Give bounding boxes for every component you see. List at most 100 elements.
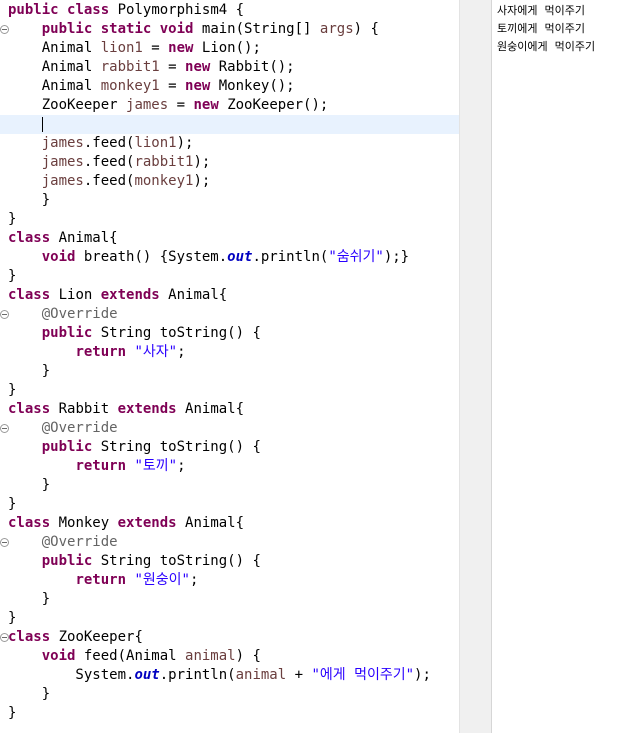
code-line[interactable]: Animal rabbit1 = new Rabbit(); xyxy=(8,58,295,77)
code-token: feed(Animal xyxy=(75,648,186,664)
code-line[interactable]: Animal lion1 = new Lion(); xyxy=(8,39,261,58)
code-token: extends xyxy=(100,287,160,303)
code-line[interactable]: @Override xyxy=(8,533,118,552)
code-token: Animal{ xyxy=(159,287,228,303)
fold-toggle-icon[interactable] xyxy=(0,538,9,547)
code-token: class xyxy=(8,629,51,645)
code-token: } xyxy=(8,268,17,284)
code-token: public xyxy=(41,439,93,455)
fold-toggle-icon[interactable] xyxy=(0,633,9,642)
code-token: new xyxy=(185,59,211,75)
code-line[interactable]: } xyxy=(8,495,16,514)
code-line[interactable]: } xyxy=(8,191,50,210)
code-token: breath() {System. xyxy=(75,249,228,265)
code-line[interactable]: } xyxy=(8,381,16,400)
code-token: @Override xyxy=(41,534,118,550)
code-line[interactable]: james.feed(rabbit1); xyxy=(8,153,211,172)
code-line[interactable]: public class Polymorphism4 { xyxy=(8,1,244,20)
overview-ruler[interactable] xyxy=(459,0,492,733)
code-token: ); xyxy=(414,667,431,683)
code-token: "에게 먹이주기" xyxy=(311,667,415,683)
code-line[interactable]: void feed(Animal animal) { xyxy=(8,647,261,666)
code-token: public xyxy=(41,325,93,341)
code-token: Animal xyxy=(8,40,101,56)
code-line[interactable]: public String toString() { xyxy=(8,438,261,457)
code-token: } xyxy=(8,686,51,702)
code-line[interactable]: return "토끼"; xyxy=(8,457,185,476)
code-token: = xyxy=(159,59,186,75)
code-token: return xyxy=(75,572,127,588)
code-token: + xyxy=(286,667,312,683)
code-token: } xyxy=(8,382,17,398)
code-line[interactable]: class Animal{ xyxy=(8,229,118,248)
code-token: } xyxy=(8,610,17,626)
code-token: rabbit1 xyxy=(100,59,160,75)
code-line[interactable]: class Lion extends Animal{ xyxy=(8,286,227,305)
code-line[interactable]: james.feed(monkey1); xyxy=(8,172,211,191)
code-token: public xyxy=(41,21,93,37)
code-line[interactable]: } xyxy=(8,704,16,723)
code-line[interactable] xyxy=(8,115,43,134)
fold-toggle-icon[interactable] xyxy=(0,25,9,34)
code-token: animal xyxy=(185,648,236,664)
code-line[interactable]: return "원숭이"; xyxy=(8,571,198,590)
code-token: } xyxy=(8,211,17,227)
code-line[interactable]: void breath() {System.out.println("숨쉬기")… xyxy=(8,248,409,267)
code-token: "사자" xyxy=(134,344,178,360)
code-token: static xyxy=(100,21,152,37)
code-token: james xyxy=(41,135,84,151)
code-token: new xyxy=(168,40,194,56)
fold-toggle-icon[interactable] xyxy=(0,424,9,433)
code-token: monkey1 xyxy=(134,173,194,189)
code-line[interactable]: class Rabbit extends Animal{ xyxy=(8,400,244,419)
code-line[interactable]: public static void main(String[] args) { xyxy=(8,20,379,39)
fold-toggle-icon[interactable] xyxy=(0,310,9,319)
code-line[interactable]: } xyxy=(8,362,50,381)
code-line[interactable]: public String toString() { xyxy=(8,552,261,571)
code-editor[interactable]: public class Polymorphism4 { public stat… xyxy=(0,0,459,733)
code-token: Animal xyxy=(8,78,101,94)
code-token: ) { xyxy=(235,648,261,664)
code-token: void xyxy=(41,648,76,664)
code-line[interactable]: } xyxy=(8,609,16,628)
code-line[interactable]: james.feed(lion1); xyxy=(8,134,194,153)
code-token: String toString() { xyxy=(92,553,261,569)
code-line[interactable]: } xyxy=(8,476,50,495)
console-output-panel[interactable]: 사자에게 먹이주기 토끼에게 먹이주기 원숭이에게 먹이주기 xyxy=(492,0,622,733)
code-token: new xyxy=(193,97,219,113)
code-line[interactable]: } xyxy=(8,267,16,286)
code-token: void xyxy=(41,249,76,265)
code-line[interactable]: Animal monkey1 = new Monkey(); xyxy=(8,77,295,96)
code-line[interactable]: } xyxy=(8,590,50,609)
code-token: "숨쉬기" xyxy=(328,249,384,265)
code-line[interactable]: class ZooKeeper{ xyxy=(8,628,143,647)
code-line[interactable]: @Override xyxy=(8,419,118,438)
code-token: rabbit1 xyxy=(134,154,194,170)
code-token: .feed( xyxy=(83,154,135,170)
code-token: lion1 xyxy=(100,40,143,56)
code-line[interactable]: @Override xyxy=(8,305,118,324)
code-token: = xyxy=(168,97,194,113)
code-token: james xyxy=(41,154,84,170)
console-output-line: 사자에게 먹이주기 xyxy=(497,4,585,17)
code-line[interactable]: public String toString() { xyxy=(8,324,261,343)
code-line[interactable]: ZooKeeper james = new ZooKeeper(); xyxy=(8,96,329,115)
code-token: Monkey(); xyxy=(210,78,295,94)
code-line[interactable]: return "사자"; xyxy=(8,343,185,362)
code-token: } xyxy=(8,363,51,379)
code-line[interactable]: } xyxy=(8,685,50,704)
code-line[interactable]: class Monkey extends Animal{ xyxy=(8,514,244,533)
code-token: class xyxy=(8,401,51,417)
code-line[interactable]: } xyxy=(8,210,16,229)
code-line[interactable]: System.out.println(animal + "에게 먹이주기"); xyxy=(8,666,431,685)
code-token: class xyxy=(67,2,110,18)
